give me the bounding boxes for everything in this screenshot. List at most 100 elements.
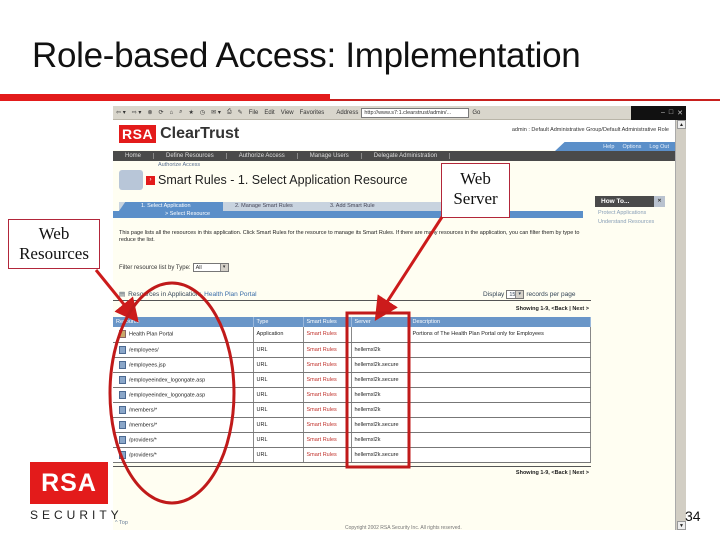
help-link[interactable]: Help xyxy=(603,144,614,150)
breadcrumb[interactable]: Authorize Access xyxy=(158,162,200,168)
nav-define-resources[interactable]: Define Resources xyxy=(154,153,227,159)
close-icon[interactable]: ✕ xyxy=(677,109,683,117)
smart-rules-link[interactable]: Smart Rules xyxy=(303,342,352,358)
pagination-top[interactable]: Showing 1-9, <Back | Next > xyxy=(516,306,589,312)
refresh-icon[interactable]: ⟳ xyxy=(155,109,166,116)
print-icon[interactable]: ⎙ xyxy=(224,109,235,116)
logout-link[interactable]: Log Out xyxy=(649,144,669,150)
nav-authorize-access[interactable]: Authorize Access xyxy=(227,153,298,159)
resource-cell[interactable]: /members/* xyxy=(113,402,254,418)
favorites-icon[interactable]: ★ xyxy=(186,109,197,116)
wizard-step-2[interactable]: 2. Manage Smart Rules xyxy=(229,202,293,211)
server-cell: hellemxl2k xyxy=(351,387,410,403)
maximize-icon[interactable]: □ xyxy=(669,109,673,116)
slide-title: Role-based Access: Implementation xyxy=(32,36,581,75)
close-icon[interactable]: ✕ xyxy=(654,196,665,207)
description-cell xyxy=(409,402,591,418)
resource-cell[interactable]: /employeeindex_logongate.asp xyxy=(113,387,254,403)
resources-label: Resources in Application: xyxy=(128,290,202,298)
resource-cell[interactable]: /providers/* xyxy=(113,432,254,448)
smart-rules-link[interactable]: Smart Rules xyxy=(303,327,352,343)
resource-cell[interactable]: /employees.jsp xyxy=(113,357,254,373)
options-link[interactable]: Options xyxy=(622,144,641,150)
smart-rules-link[interactable]: Smart Rules xyxy=(303,447,352,463)
description-cell xyxy=(409,432,591,448)
pagination-bottom[interactable]: Showing 1-9, <Back | Next > xyxy=(516,470,589,476)
col-server[interactable]: Server xyxy=(351,317,410,327)
wizard-step-3[interactable]: 3. Add Smart Rule xyxy=(324,202,375,211)
how-to-link-protect[interactable]: Protect Applications xyxy=(595,210,665,216)
col-resource[interactable]: Resource xyxy=(113,317,254,327)
nav-home[interactable]: Home xyxy=(113,153,155,159)
page-heading: › Smart Rules - 1. Select Application Re… xyxy=(119,170,407,190)
window-controls: – □ ✕ xyxy=(631,106,686,120)
smart-rules-link[interactable]: Smart Rules xyxy=(303,417,352,433)
rsa-security-logo: RSA SECURITY xyxy=(30,462,123,522)
smart-rules-link[interactable]: Smart Rules xyxy=(303,357,352,373)
server-cell: hellemxl2k.secure xyxy=(351,417,410,433)
server-cell: hellemxl2k xyxy=(351,402,410,418)
how-to-title: How To... ✕ xyxy=(595,196,665,207)
security-tagline: SECURITY xyxy=(30,508,123,522)
chevron-down-icon[interactable]: ▾ xyxy=(219,264,228,271)
type-cell: URL xyxy=(253,342,304,358)
type-cell: Application xyxy=(253,327,304,343)
smart-rules-link[interactable]: Smart Rules xyxy=(303,387,352,403)
intro-text: This page lists all the resources in thi… xyxy=(119,230,580,243)
menu-favorites[interactable]: Favorites xyxy=(297,110,328,116)
back-icon[interactable]: ⇦ ▾ xyxy=(113,109,129,116)
description-cell: Portions of The Health Plan Portal only … xyxy=(409,327,591,343)
type-cell: URL xyxy=(253,372,304,388)
top-links: Help Options Log Out xyxy=(555,142,675,151)
edit-icon[interactable]: ✎ xyxy=(235,109,246,116)
smart-rules-link[interactable]: Smart Rules xyxy=(303,432,352,448)
col-description: Description xyxy=(409,317,591,327)
wizard-substep: > Select Resource xyxy=(113,211,583,218)
forward-icon[interactable]: ⇨ ▾ xyxy=(129,109,145,116)
clear-trust-logo: RSA ClearTrust xyxy=(119,125,239,143)
how-to-link-understand[interactable]: Understand Resources xyxy=(595,219,665,225)
col-type[interactable]: Type xyxy=(253,317,304,327)
resource-icon xyxy=(119,390,126,399)
resource-cell[interactable]: /members/* xyxy=(113,417,254,433)
smart-rules-link[interactable]: Smart Rules xyxy=(303,372,352,388)
menu-view[interactable]: View xyxy=(278,110,297,116)
scroll-up-icon[interactable]: ▲ xyxy=(677,120,686,129)
minimize-icon[interactable]: – xyxy=(661,109,665,116)
mail-icon[interactable]: ✉ ▾ xyxy=(208,109,224,116)
arrow-icon: › xyxy=(146,175,155,185)
browser-toolbar: ⇦ ▾ ⇨ ▾ ⊗ ⟳ ⌂ ⌕ ★ ◷ ✉ ▾ ⎙ ✎ File Edit Vi… xyxy=(113,106,686,120)
records-per-page-select[interactable]: 15 ▾ xyxy=(506,290,525,299)
chevron-down-icon[interactable]: ▾ xyxy=(515,291,524,298)
home-icon[interactable]: ⌂ xyxy=(167,110,177,116)
table-row: /providers/* URL Smart Rules hellemxl2k xyxy=(113,432,591,448)
menu-edit[interactable]: Edit xyxy=(261,110,277,116)
col-smart-rules: Smart Rules xyxy=(303,317,352,327)
resource-cell[interactable]: /employees/ xyxy=(113,342,254,358)
go-button[interactable]: Go xyxy=(469,110,483,116)
description-cell xyxy=(409,447,591,463)
resource-cell[interactable]: /employeeindex_logongate.asp xyxy=(113,372,254,388)
address-input[interactable]: http://www.s7:1.clearstrust/admin/... xyxy=(361,107,470,118)
search-icon[interactable]: ⌕ xyxy=(176,109,185,116)
how-to-panel: How To... ✕ Protect Applications Underst… xyxy=(595,196,665,225)
smart-rules-link[interactable]: Smart Rules xyxy=(303,402,352,418)
resource-cell[interactable]: /providers/* xyxy=(113,447,254,463)
description-cell xyxy=(409,417,591,433)
stop-icon[interactable]: ⊗ xyxy=(144,109,155,116)
filter-type-select[interactable]: All ▾ xyxy=(192,263,229,272)
type-cell: URL xyxy=(253,387,304,403)
menu-file[interactable]: File xyxy=(246,110,262,116)
server-cell xyxy=(351,327,410,343)
divider xyxy=(113,466,591,467)
main-nav: Home Define Resources Authorize Access M… xyxy=(113,151,675,161)
server-cell: hellemxl2k.secure xyxy=(351,447,410,463)
smart-rules-icon xyxy=(119,170,143,190)
nav-manage-users[interactable]: Manage Users xyxy=(298,153,362,159)
nav-delegate-administration[interactable]: Delegate Administration xyxy=(362,153,451,159)
vertical-scrollbar[interactable]: ▲ ▼ xyxy=(675,120,686,530)
type-cell: URL xyxy=(253,432,304,448)
wizard-step-1[interactable]: 1. Select Application xyxy=(119,202,223,211)
resource-cell[interactable]: Health Plan Portal xyxy=(113,327,254,343)
history-icon[interactable]: ◷ xyxy=(197,109,208,116)
